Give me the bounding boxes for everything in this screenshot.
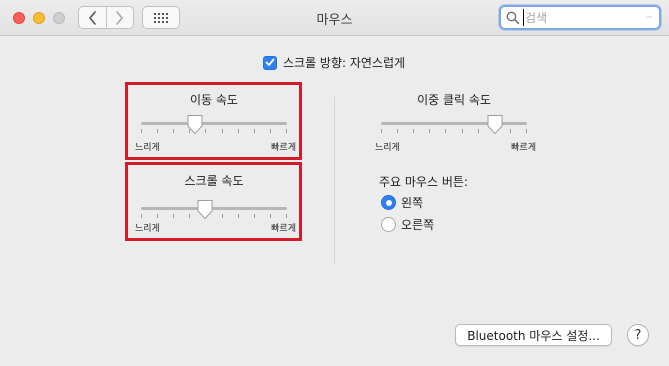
slider-max-label: 빠르게 (271, 143, 296, 153)
slider-thumb-icon (187, 115, 203, 135)
slider-thumb[interactable] (486, 114, 504, 135)
double-click-speed-slider[interactable]: 이중 클릭 속도 느리게 빠르게 (374, 91, 536, 153)
slider-tick (413, 129, 415, 133)
checkmark-icon (265, 58, 275, 66)
search-icon (506, 11, 520, 25)
slider-thumb[interactable] (186, 114, 204, 135)
slider-tick (221, 129, 223, 133)
radio-label: 오른쪽 (401, 218, 435, 232)
search-field[interactable] (499, 5, 661, 30)
slider-track[interactable] (141, 122, 287, 125)
scroll-direction-row[interactable]: 스크롤 방향: 자연스럽게 (263, 54, 405, 71)
slider-tick (269, 129, 271, 133)
column-divider (334, 97, 335, 265)
search-input[interactable] (523, 9, 643, 26)
radio-button[interactable] (381, 217, 396, 232)
slider-tick (461, 129, 463, 133)
radio-button[interactable] (381, 195, 396, 210)
scroll-speed-slider[interactable]: 스크롤 속도 느리게 빠르게 (134, 172, 296, 234)
radio-label: 왼쪽 (401, 196, 424, 210)
slider-tick (221, 214, 223, 218)
slider-tick (173, 129, 175, 133)
slider-tick (397, 129, 399, 133)
tracking-speed-label: 이동 속도 (190, 93, 238, 107)
slider-max-label: 빠르게 (271, 224, 296, 234)
slider-tick (141, 214, 142, 218)
slider-tick (269, 214, 271, 218)
slider-tick (477, 129, 479, 133)
slider-min-label: 느리게 (375, 143, 400, 153)
primary-button-label: 주요 마우스 버튼: (379, 175, 468, 189)
radio-dot (385, 199, 392, 206)
slider-thumb-icon (487, 115, 503, 135)
slider-tick (141, 129, 142, 133)
bluetooth-mouse-setup-button[interactable]: Bluetooth 마우스 설정... (455, 324, 612, 346)
slider-tick (429, 129, 431, 133)
scroll-speed-label: 스크롤 속도 (184, 174, 244, 188)
slider-track[interactable] (381, 122, 527, 125)
slider-tick (286, 214, 287, 218)
slider-tick (205, 129, 207, 133)
scroll-direction-label: 스크롤 방향: 자연스럽게 (283, 56, 406, 70)
title-bar: 마우스 (0, 0, 669, 36)
slider-tick (286, 129, 287, 133)
slider-tick (253, 214, 255, 218)
tracking-speed-slider[interactable]: 이동 속도 느리게 빠르게 (134, 91, 296, 153)
slider-tick (157, 129, 159, 133)
double-click-speed-label: 이중 클릭 속도 (417, 93, 491, 107)
radio-option-left[interactable]: 왼쪽 (381, 194, 423, 211)
slider-tick (173, 214, 175, 218)
slider-min-label: 느리게 (135, 224, 160, 234)
slider-tick (253, 129, 255, 133)
search-clear-icon[interactable] (643, 11, 655, 23)
scroll-direction-checkbox[interactable] (263, 55, 277, 70)
slider-max-label: 빠르게 (511, 143, 536, 153)
slider-tick (237, 129, 239, 133)
slider-tick (509, 129, 511, 133)
slider-tick (237, 214, 239, 218)
slider-tick (381, 129, 382, 133)
radio-option-right[interactable]: 오른쪽 (381, 216, 434, 233)
slider-tick (157, 214, 159, 218)
slider-thumb[interactable] (196, 199, 214, 220)
help-button[interactable]: ? (627, 324, 649, 346)
slider-min-label: 느리게 (135, 143, 160, 153)
slider-tick (189, 214, 191, 218)
slider-thumb-icon (197, 200, 213, 220)
slider-tick (526, 129, 527, 133)
slider-tick (445, 129, 447, 133)
